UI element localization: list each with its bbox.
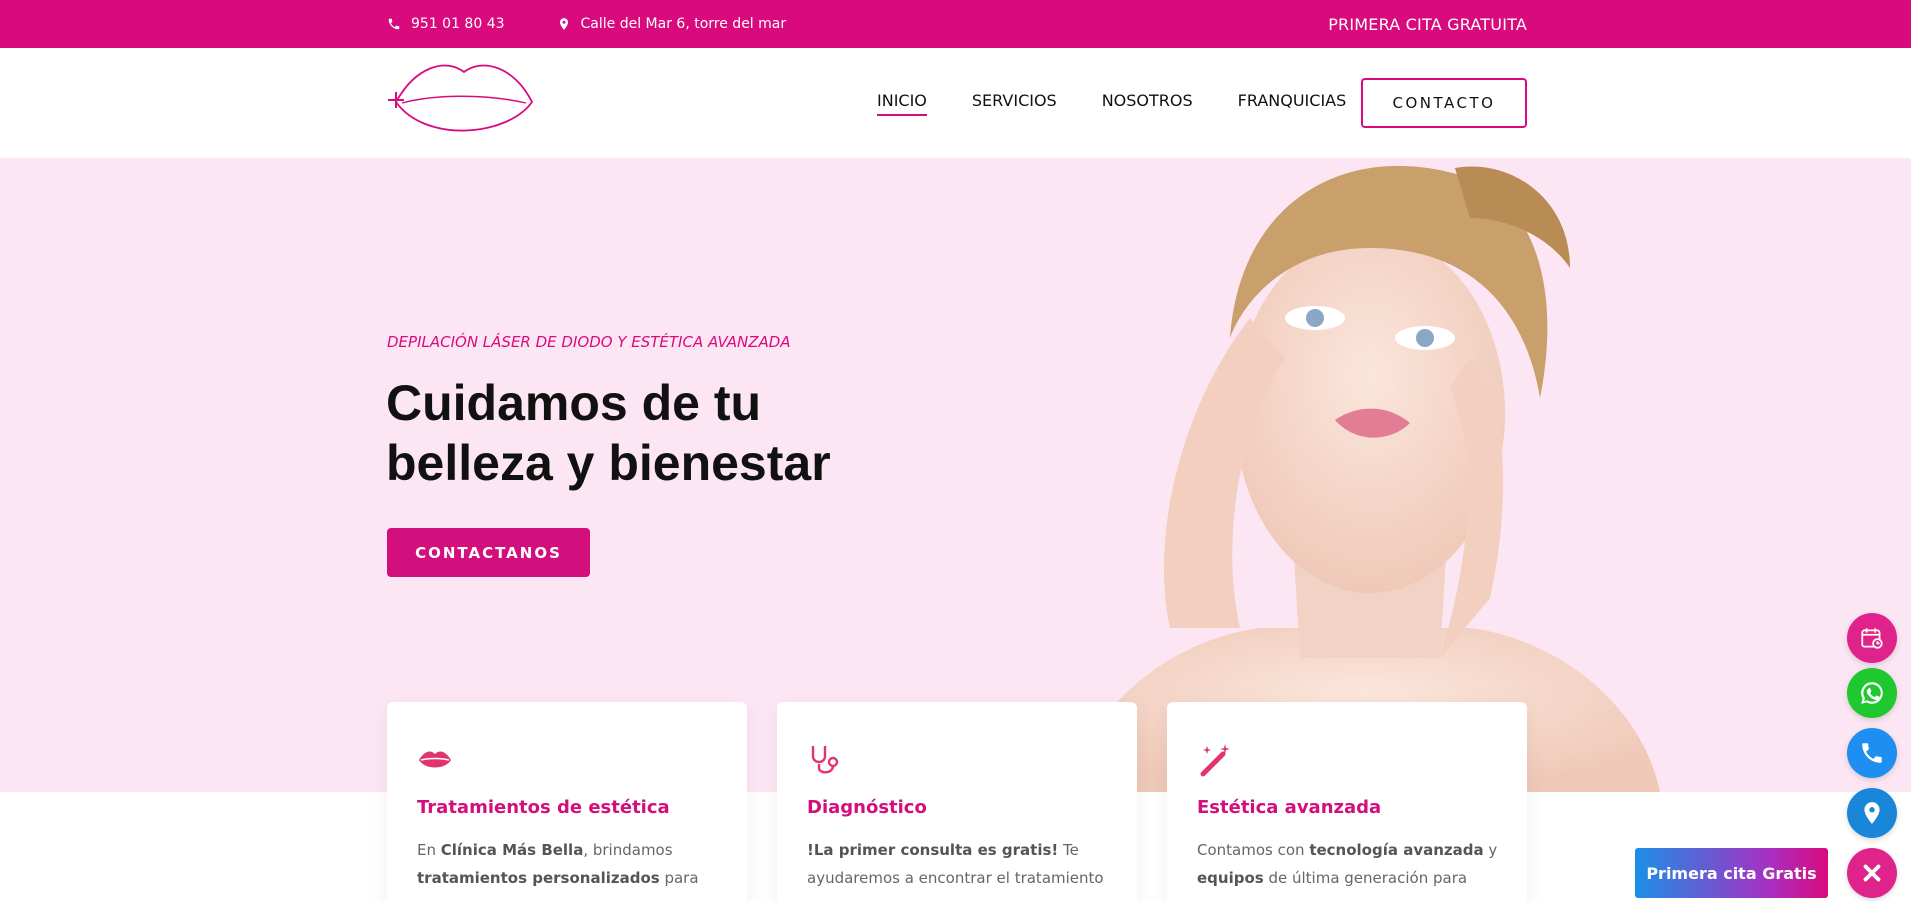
card-diagnostico: Diagnóstico !La primer consulta es grati… <box>777 702 1137 901</box>
whatsapp-icon <box>1861 682 1883 704</box>
card-title: Diagnóstico <box>807 797 927 818</box>
address-text: Calle del Mar 6, torre del mar <box>580 16 787 32</box>
site-logo[interactable] <box>386 58 538 142</box>
card-text: En Clínica Más Bella, brindamos tratamie… <box>417 841 699 887</box>
card-tratamientos: Tratamientos de estética En Clínica Más … <box>387 702 747 901</box>
first-visit-free-link[interactable]: PRIMERA CITA GRATUITA <box>1328 15 1527 34</box>
map-pin-icon <box>557 17 571 31</box>
close-fab[interactable] <box>1847 848 1897 898</box>
nav-franquicias[interactable]: FRANQUICIAS <box>1238 91 1347 116</box>
phone-fab[interactable] <box>1847 728 1897 778</box>
card-title: Estética avanzada <box>1197 797 1382 818</box>
magic-wand-icon <box>1200 744 1230 777</box>
phone-icon <box>387 17 401 31</box>
calendar-icon <box>1861 628 1883 649</box>
card-text: !La primer consulta es gratis! Te ayudar… <box>807 841 1104 887</box>
hero-eyebrow: DEPILACIÓN LÁSER DE DIODO Y ESTÉTICA AVA… <box>387 333 791 351</box>
card-estetica-avanzada: Estética avanzada Contamos con tecnologí… <box>1167 702 1527 901</box>
site-header: INICIO SERVICIOS NOSOTROS FRANQUICIAS CO… <box>0 48 1911 158</box>
contact-button[interactable]: CONTACTO <box>1361 78 1527 128</box>
nav-inicio[interactable]: INICIO <box>877 91 927 116</box>
contactanos-button[interactable]: CONTACTANOS <box>387 528 590 577</box>
lips-icon <box>419 751 451 768</box>
map-pin-icon <box>1864 802 1880 824</box>
close-icon <box>1863 864 1881 882</box>
stethoscope-icon <box>811 746 839 774</box>
phone-number: 951 01 80 43 <box>411 16 505 32</box>
first-visit-free-button[interactable]: Primera cita Gratis <box>1635 848 1828 898</box>
address-contact[interactable]: Calle del Mar 6, torre del mar <box>557 16 787 32</box>
nav-servicios[interactable]: SERVICIOS <box>972 91 1057 116</box>
phone-icon <box>1862 743 1882 763</box>
calendar-fab[interactable] <box>1847 613 1897 663</box>
whatsapp-fab[interactable] <box>1847 668 1897 718</box>
main-nav: INICIO SERVICIOS NOSOTROS FRANQUICIAS <box>877 91 1346 116</box>
nav-nosotros[interactable]: NOSOTROS <box>1102 91 1193 116</box>
card-text: Contamos con tecnología avanzada y equip… <box>1197 841 1498 887</box>
hero-section: DEPILACIÓN LÁSER DE DIODO Y ESTÉTICA AVA… <box>0 158 1911 792</box>
card-title: Tratamientos de estética <box>417 797 670 818</box>
top-bar: 951 01 80 43 Calle del Mar 6, torre del … <box>0 0 1911 48</box>
phone-contact[interactable]: 951 01 80 43 <box>387 16 505 32</box>
location-fab[interactable] <box>1847 788 1897 838</box>
hero-title: Cuidamos de tu belleza y bienestar <box>386 375 831 491</box>
hero-woman-image <box>1070 165 1660 792</box>
